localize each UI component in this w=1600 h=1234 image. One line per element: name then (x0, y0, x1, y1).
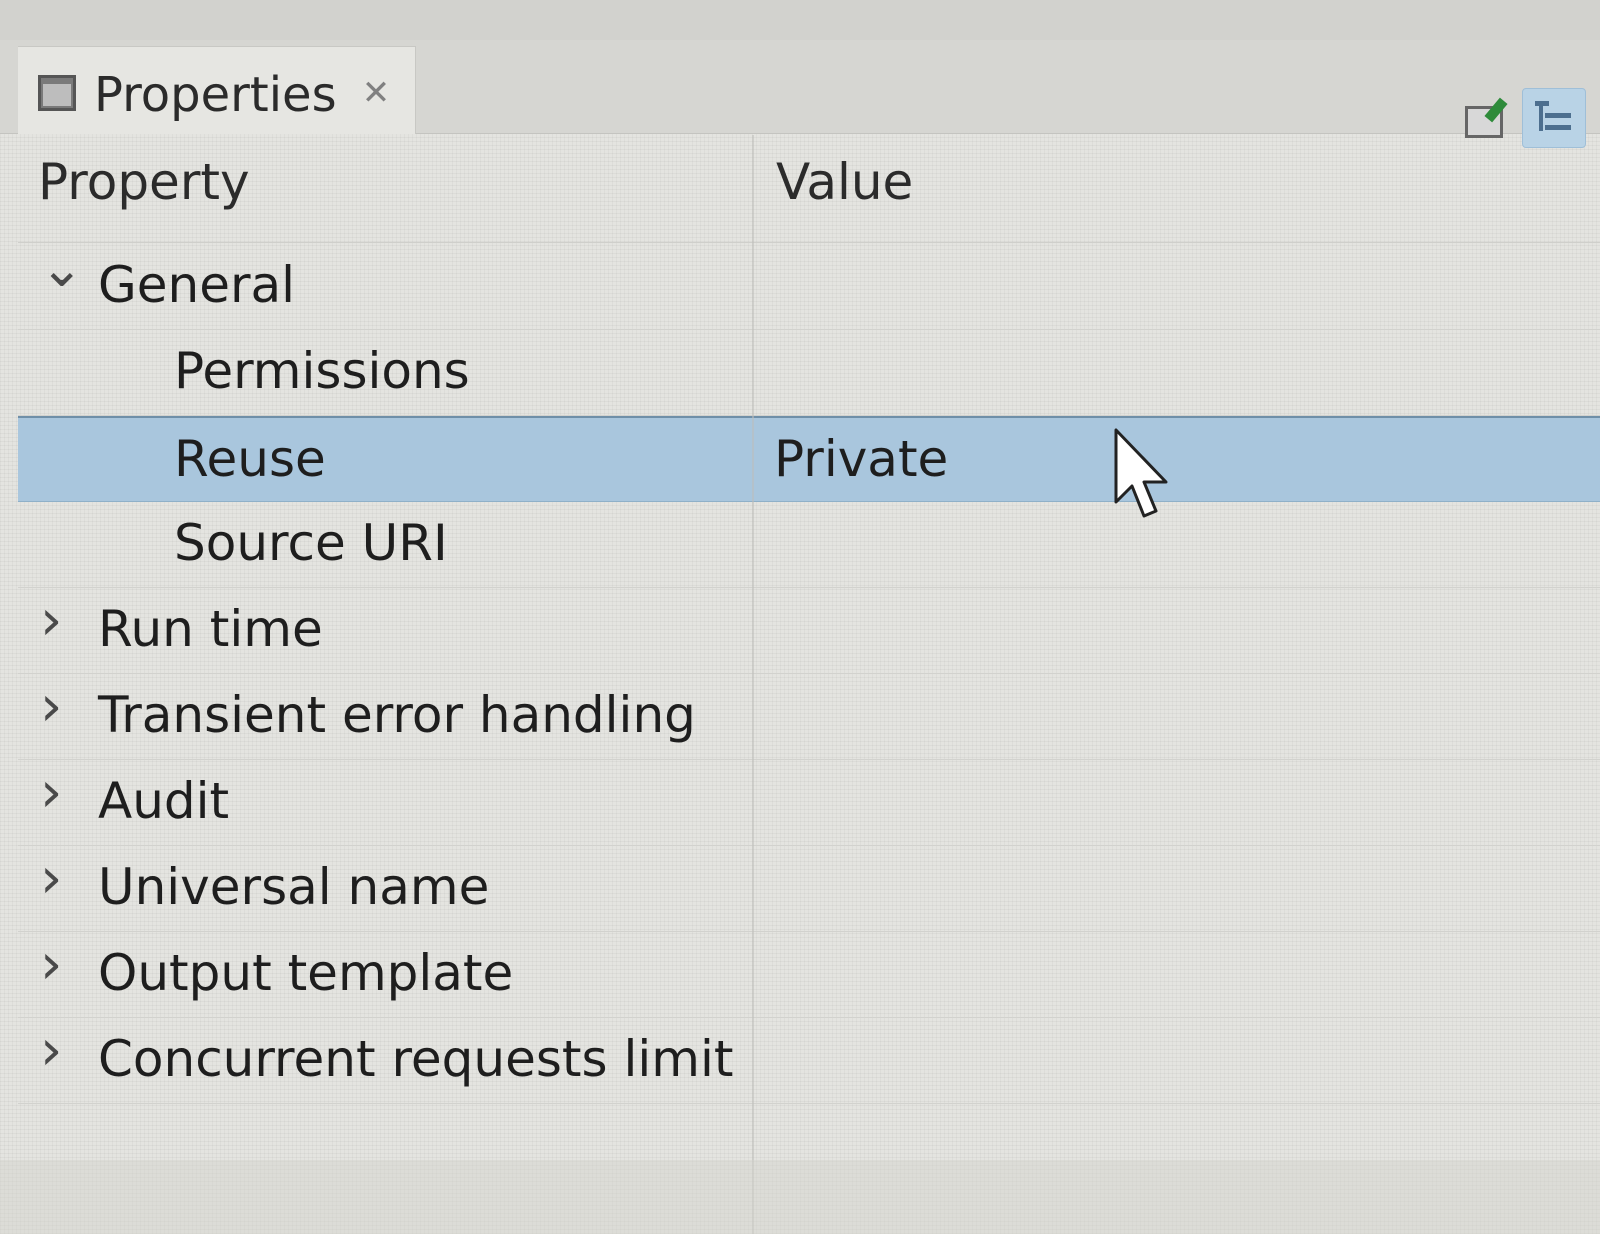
table-row[interactable]: Source URI (18, 502, 1600, 588)
column-header-property[interactable]: Property (38, 153, 250, 211)
property-label: Transient error handling (98, 686, 696, 744)
tab-properties[interactable]: Properties ✕ (18, 46, 416, 134)
chevron-right-icon[interactable]: › (40, 1023, 80, 1079)
table-row[interactable]: Permissions (18, 330, 1600, 416)
table-row[interactable]: › Output template (18, 932, 1600, 1018)
property-label: Run time (98, 600, 323, 658)
column-divider[interactable] (752, 135, 754, 1234)
panel-empty-area (0, 1160, 1600, 1234)
table-row[interactable]: › Concurrent requests limit (18, 1018, 1600, 1104)
table-row[interactable]: ⌄ General (18, 243, 1600, 330)
column-header-value[interactable]: Value (776, 153, 913, 211)
chevron-right-icon[interactable]: › (40, 851, 80, 907)
chevron-right-icon[interactable]: › (40, 937, 80, 993)
table-row-selected[interactable]: Reuse Private (18, 416, 1600, 502)
table-row[interactable]: › Transient error handling (18, 674, 1600, 760)
property-label: Concurrent requests limit (98, 1030, 734, 1088)
close-icon[interactable]: ✕ (358, 75, 394, 111)
property-label: Audit (98, 772, 230, 830)
tab-title: Properties (94, 67, 337, 123)
table-row[interactable]: › Audit (18, 760, 1600, 846)
property-label: Reuse (174, 430, 326, 488)
properties-view-icon (38, 75, 76, 111)
mouse-cursor-icon (1114, 428, 1168, 518)
properties-panel: Properties ✕ Property Value ⌄ General Perm… (0, 0, 1600, 1234)
chevron-right-icon[interactable]: › (40, 593, 80, 649)
table-row[interactable]: › Universal name (18, 846, 1600, 932)
table-header: Property Value (18, 135, 1600, 243)
property-label: General (98, 256, 296, 314)
window-top-strip (0, 0, 1600, 40)
tree-view-icon (1535, 99, 1575, 139)
property-label: Permissions (174, 342, 470, 400)
view-tab-bar: Properties ✕ (0, 40, 1600, 148)
property-value[interactable]: Private (774, 430, 948, 488)
chevron-right-icon[interactable]: › (40, 765, 80, 821)
property-label: Output template (98, 944, 514, 1002)
property-label: Universal name (98, 858, 490, 916)
property-label: Source URI (174, 514, 448, 572)
table-row[interactable]: › Run time (18, 588, 1600, 674)
chevron-right-icon[interactable]: › (40, 679, 80, 735)
chevron-down-icon[interactable]: ⌄ (40, 243, 84, 295)
